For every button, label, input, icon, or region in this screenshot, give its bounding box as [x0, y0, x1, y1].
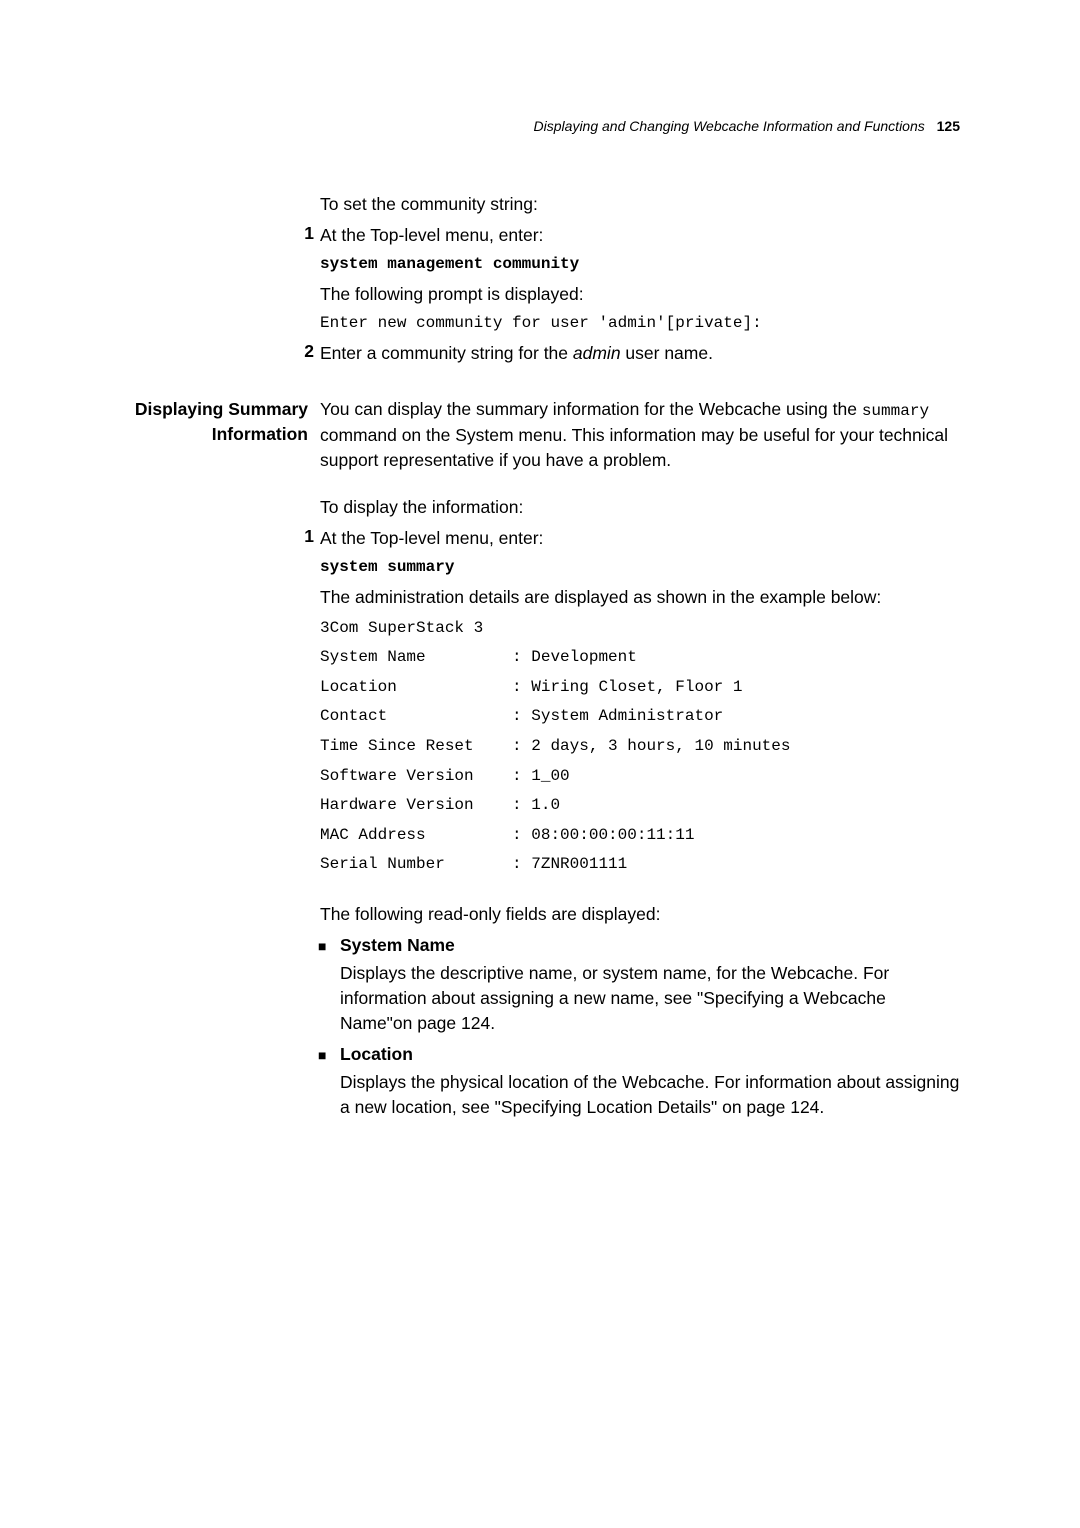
- page-number: 125: [937, 118, 960, 134]
- step-number: 2: [292, 341, 314, 370]
- bullet-desc: Displays the physical location of the We…: [340, 1070, 960, 1120]
- running-header: Displaying and Changing Webcache Informa…: [120, 118, 960, 134]
- section-step-1-text: At the Top-level menu, enter:: [320, 526, 960, 551]
- running-title: Displaying and Changing Webcache Informa…: [534, 118, 925, 134]
- step-1: 1 At the Top-level menu, enter: system m…: [320, 223, 960, 335]
- bullet-icon: ■: [318, 1044, 340, 1066]
- section-step-1-command: system summary: [320, 555, 960, 579]
- bullet-desc: Displays the descriptive name, or system…: [340, 961, 960, 1036]
- step-1-text: At the Top-level menu, enter:: [320, 223, 960, 248]
- step-1-command: system management community: [320, 252, 960, 276]
- step-1-after: The following prompt is displayed:: [320, 282, 960, 307]
- section-heading: Displaying Summary Information: [118, 397, 320, 477]
- step-number: 1: [292, 526, 314, 880]
- step-number: 1: [292, 223, 314, 335]
- section-step-1: 1 At the Top-level menu, enter: system s…: [320, 526, 960, 880]
- step-2-text: Enter a community string for the admin u…: [320, 341, 960, 366]
- section-step-1-after: The administration details are displayed…: [320, 585, 960, 610]
- step-2: 2 Enter a community string for the admin…: [320, 341, 960, 370]
- bullet-location: ■ Location: [320, 1044, 960, 1066]
- section-displaying-summary: Displaying Summary Information You can d…: [320, 397, 960, 477]
- section-output-block: 3Com SuperStack 3 System Name : Developm…: [320, 614, 960, 880]
- section-para-1: You can display the summary information …: [320, 397, 960, 473]
- readonly-intro: The following read-only fields are displ…: [320, 902, 960, 927]
- bullet-label: System Name: [340, 935, 455, 955]
- bullet-label: Location: [340, 1044, 413, 1064]
- bullet-system-name: ■ System Name: [320, 935, 960, 957]
- intro-text: To set the community string:: [320, 192, 960, 217]
- section-para-2: To display the information:: [320, 495, 960, 520]
- bullet-icon: ■: [318, 935, 340, 957]
- step-1-output: Enter new community for user 'admin'[pri…: [320, 311, 960, 335]
